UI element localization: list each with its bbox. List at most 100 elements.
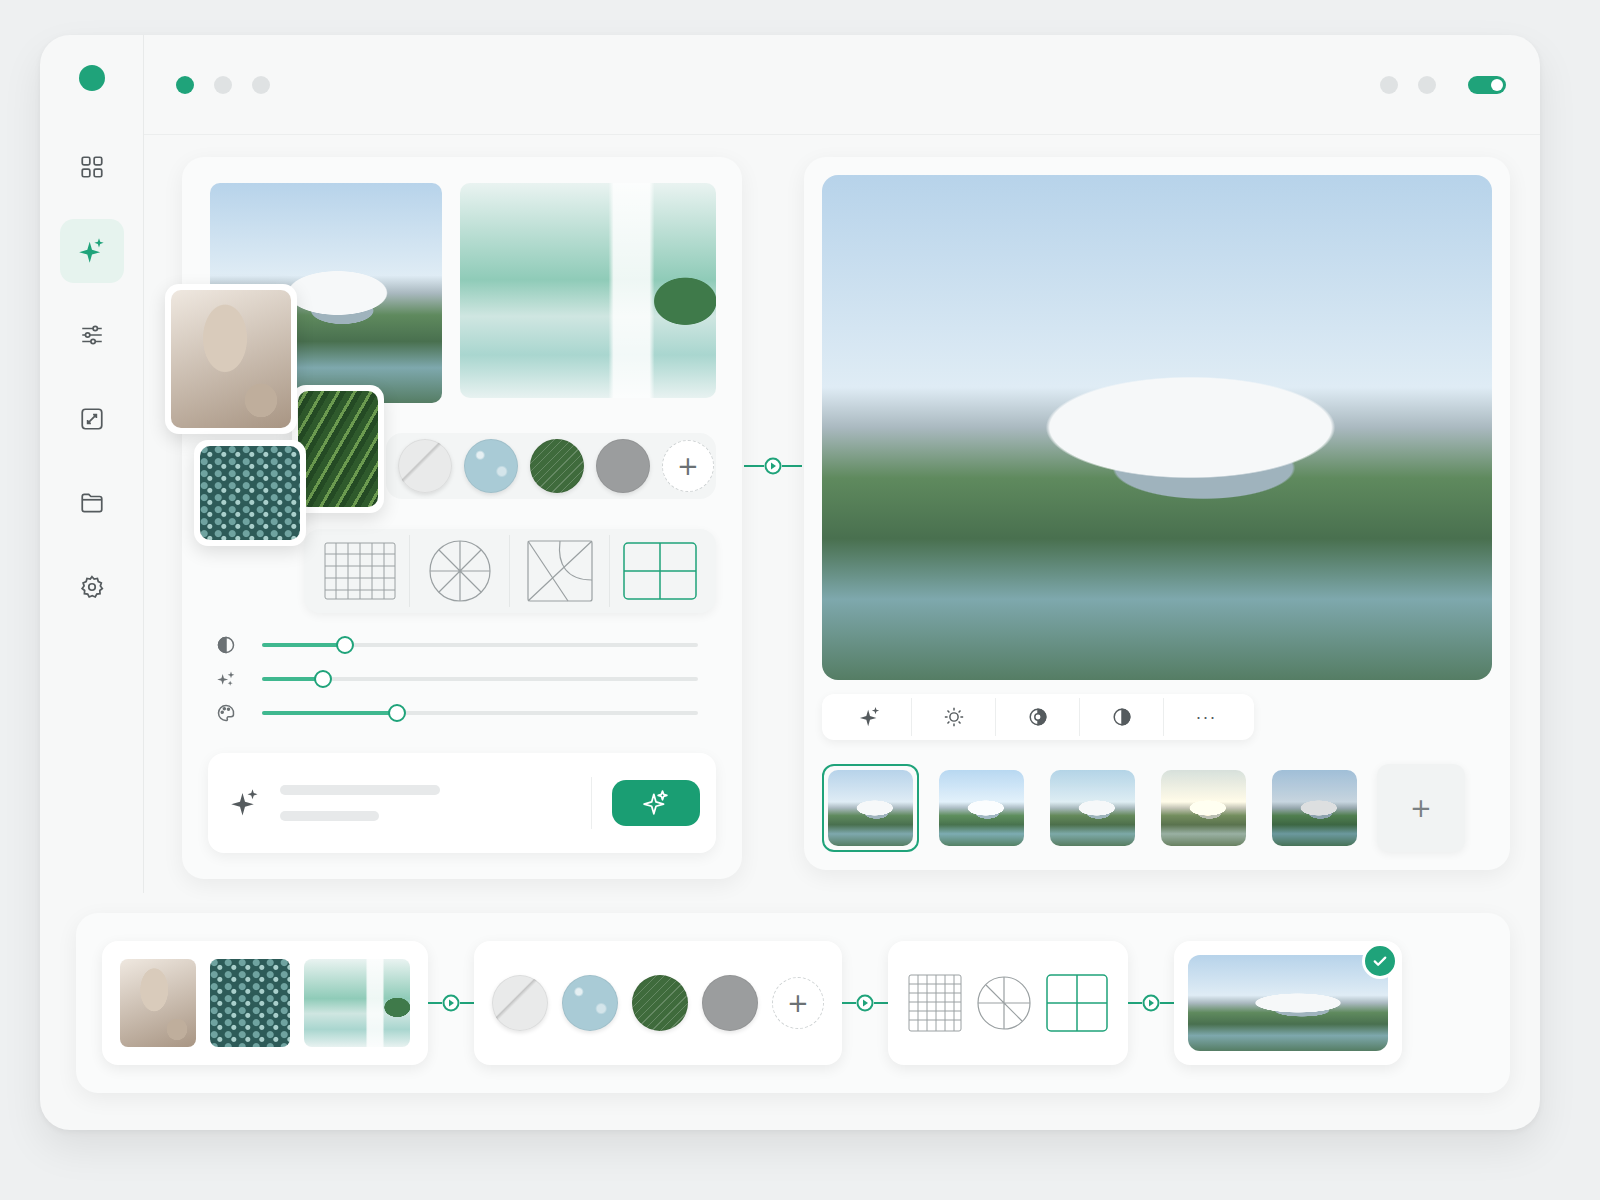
nav-item[interactable]: [60, 555, 124, 619]
sliders-icon: [79, 322, 105, 348]
frame-icon: [79, 406, 105, 432]
palette-icon: [216, 703, 236, 723]
reference-card[interactable]: [165, 284, 297, 434]
app-window: + ··· + +: [40, 35, 1540, 1130]
material-swatch[interactable]: [492, 975, 548, 1031]
toolbar-button[interactable]: [1080, 698, 1164, 736]
pipeline-reference[interactable]: [120, 959, 196, 1047]
nav-item[interactable]: [60, 303, 124, 367]
composition-option[interactable]: [1046, 974, 1108, 1032]
material-swatch[interactable]: [596, 439, 650, 493]
toolbar-button[interactable]: [912, 698, 996, 736]
composition-option[interactable]: [976, 974, 1032, 1032]
material-swatch[interactable]: [530, 439, 584, 493]
status-dot: [1380, 76, 1398, 94]
output-panel: ··· +: [804, 157, 1510, 870]
result-preview[interactable]: [822, 175, 1492, 680]
pipeline-references: [102, 941, 428, 1065]
pipeline-reference[interactable]: [304, 959, 410, 1047]
sparkle-icon: [643, 790, 669, 816]
grid-icon: [79, 154, 105, 180]
generate-button[interactable]: [612, 780, 700, 826]
slider-track[interactable]: [262, 643, 698, 647]
circle-guide-icon: [976, 974, 1032, 1032]
composition-option[interactable]: [310, 535, 410, 607]
nav-item[interactable]: [60, 471, 124, 535]
window-dot[interactable]: [214, 76, 232, 94]
pipeline-reference[interactable]: [210, 959, 290, 1047]
pipeline-materials: +: [474, 941, 842, 1065]
material-swatch[interactable]: [632, 975, 688, 1031]
composition-options: [304, 529, 716, 613]
composition-option[interactable]: [908, 974, 962, 1032]
nav-item[interactable]: [60, 135, 124, 199]
variation-thumbnail[interactable]: [1155, 764, 1252, 852]
composition-option[interactable]: [510, 535, 610, 607]
more-icon: ···: [1196, 707, 1217, 728]
input-panel: +: [182, 157, 742, 879]
sidebar: [40, 35, 144, 893]
play-icon: [764, 457, 782, 475]
variation-thumbnail[interactable]: [1044, 764, 1141, 852]
sparkle-icon: [230, 788, 260, 818]
contrast-icon: [1027, 706, 1049, 728]
variation-thumbnail[interactable]: [822, 764, 919, 852]
grid-guide-icon: [908, 974, 962, 1032]
thirds-guide-icon: [623, 542, 697, 600]
toolbar-button[interactable]: ···: [1164, 698, 1248, 736]
slider-track[interactable]: [262, 711, 698, 715]
flow-connector: [428, 994, 474, 1012]
slider-track[interactable]: [262, 677, 698, 681]
composition-option[interactable]: [610, 535, 710, 607]
add-material-button[interactable]: +: [662, 440, 714, 492]
slider-row: [216, 635, 716, 655]
status-dot: [1418, 76, 1436, 94]
add-material-button[interactable]: +: [772, 977, 824, 1029]
gear-icon: [79, 574, 105, 600]
logo-dot: [79, 65, 105, 91]
material-swatch[interactable]: [702, 975, 758, 1031]
circle-guide-icon: [427, 540, 493, 602]
variation-thumbnail[interactable]: [1266, 764, 1363, 852]
half-circle-icon: [1111, 706, 1133, 728]
adjustment-sliders: [208, 635, 716, 723]
toolbar-button[interactable]: [828, 698, 912, 736]
toggle-switch[interactable]: [1468, 76, 1506, 94]
window-dot[interactable]: [176, 76, 194, 94]
approved-badge: [1362, 943, 1398, 979]
sparkle-icon: [78, 237, 106, 265]
reference-image[interactable]: [460, 183, 716, 398]
prompt-placeholder-line: [280, 811, 379, 821]
material-swatch[interactable]: [562, 975, 618, 1031]
pipeline-strip: +: [76, 913, 1510, 1093]
check-icon: [1371, 952, 1389, 970]
flow-connector: [842, 994, 888, 1012]
window-dot[interactable]: [252, 76, 270, 94]
pipeline-result: [1174, 941, 1402, 1065]
slider-row: [216, 703, 716, 723]
flow-connector: [1128, 994, 1174, 1012]
play-icon: [856, 994, 874, 1012]
thirds-guide-icon: [1046, 974, 1108, 1032]
play-icon: [442, 994, 460, 1012]
slider-thumb[interactable]: [314, 670, 332, 688]
reference-card[interactable]: [194, 440, 306, 546]
slider-row: [216, 669, 716, 689]
material-swatch[interactable]: [464, 439, 518, 493]
grid-guide-icon: [324, 542, 396, 600]
nav-item[interactable]: [60, 387, 124, 451]
result-thumbnail[interactable]: [1188, 955, 1388, 1051]
materials: +: [386, 433, 716, 499]
variation-thumbnail[interactable]: [933, 764, 1030, 852]
material-swatch[interactable]: [398, 439, 452, 493]
add-variation-button[interactable]: +: [1377, 764, 1465, 852]
nav-item[interactable]: [60, 219, 124, 283]
toolbar-button[interactable]: [996, 698, 1080, 736]
composition-option[interactable]: [410, 535, 510, 607]
sun-icon: [943, 706, 965, 728]
slider-thumb[interactable]: [388, 704, 406, 722]
sparkle-icon: [859, 706, 881, 728]
stage: + ··· + +: [0, 0, 1600, 1200]
slider-thumb[interactable]: [336, 636, 354, 654]
prompt-box[interactable]: [208, 753, 716, 853]
